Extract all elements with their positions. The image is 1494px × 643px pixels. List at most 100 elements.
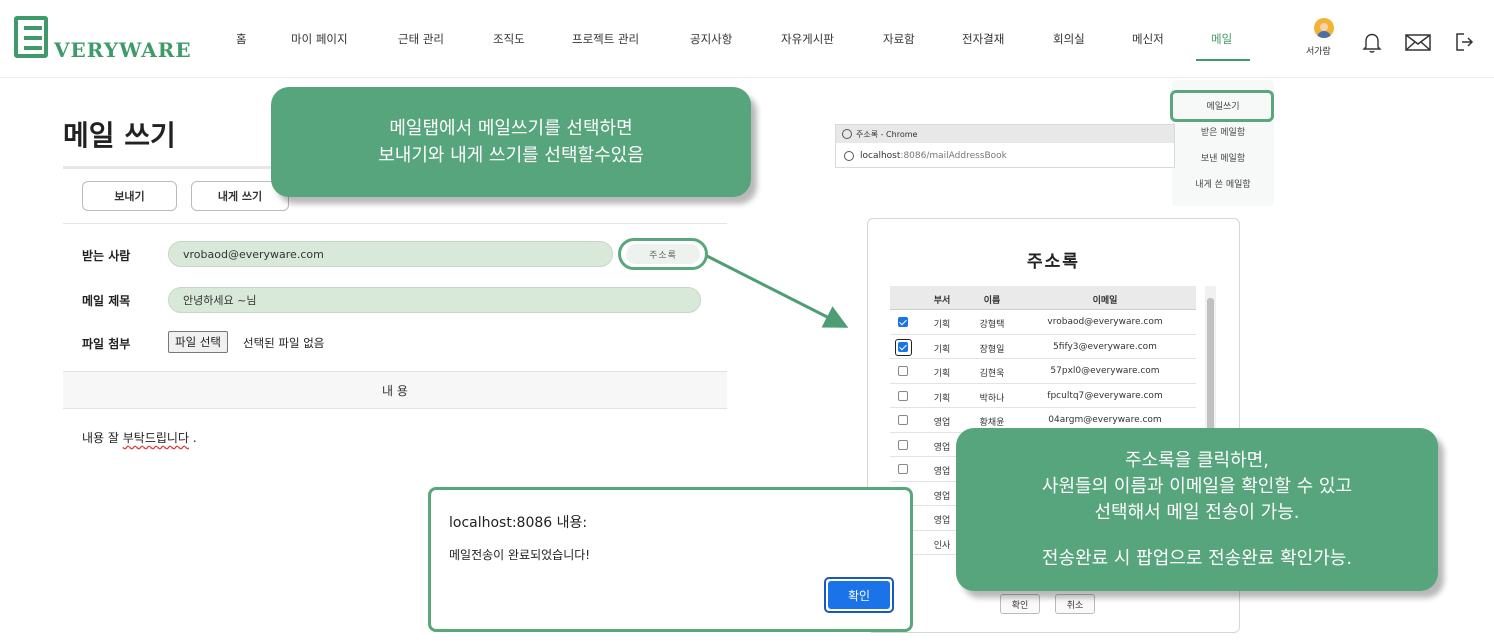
row-dept: 기획 — [933, 393, 951, 404]
mail-icon[interactable] — [1404, 30, 1432, 54]
table-row[interactable]: 기획 장형일 5fify3@everyware.com — [890, 335, 1196, 359]
nav-attendance[interactable]: 근태 관리 — [398, 31, 444, 47]
checkbox-highlight — [895, 339, 912, 356]
table-header: 부서 이름 이메일 — [890, 286, 1196, 310]
menu-self-mail[interactable]: 내게 쓴 메일함 — [1172, 177, 1274, 190]
chrome-popup-title: 주소록 - Chrome — [836, 125, 1174, 143]
row-checkbox[interactable] — [898, 415, 908, 425]
nav-mypage[interactable]: 마이 페이지 — [291, 31, 348, 47]
callout2-line1: 주소록을 클릭하면, — [1125, 449, 1269, 471]
file-status-text: 선택된 파일 없음 — [243, 336, 325, 350]
content-text-misspelled: 부탁드립니다 — [122, 431, 189, 445]
logo-text: VERYWARE — [54, 38, 192, 62]
logout-icon[interactable] — [1452, 30, 1476, 54]
table-row[interactable]: 기획 강형택 vrobaod@everyware.com — [890, 310, 1196, 335]
nav-org-chart[interactable]: 조직도 — [493, 31, 525, 47]
recipient-label: 받는 사람 — [82, 249, 131, 263]
row-dept: 인사 — [933, 540, 951, 551]
callout-compose-info: 메일탭에서 메일쓰기를 선택하면 보내기와 내게 쓰기를 선택할수있음 — [271, 87, 751, 197]
callout2-line4: 전송완료 시 팝업으로 전송완료 확인가능. — [1041, 547, 1353, 569]
row-name: 황채윤 — [979, 418, 1005, 428]
content-body[interactable]: 내용 잘 부탁드립니다 . — [82, 429, 197, 446]
page-title: 메일 쓰기 — [63, 119, 176, 152]
subject-input[interactable]: 안녕하세요 ~님 — [168, 287, 701, 313]
row-dept: 기획 — [933, 320, 951, 330]
content-text-prefix: 내용 잘 — [82, 431, 123, 445]
row-checkbox[interactable] — [898, 390, 908, 401]
url-host: localhost — [860, 151, 901, 161]
row-name: 강형택 — [979, 320, 1005, 330]
table-row[interactable]: 기획 김현욱 57pxl0@everyware.com — [890, 359, 1196, 384]
chrome-url-bar[interactable]: localhost:8086/mailAddressBook — [836, 145, 1174, 167]
callout1-line1: 메일탭에서 메일쓰기를 선택하면 — [389, 118, 633, 139]
chrome-icon — [842, 129, 852, 139]
callout1-line2: 보내기와 내게 쓰기를 선택할수있음 — [378, 145, 644, 166]
nav-archive[interactable]: 자료함 — [883, 31, 915, 47]
nav-active-underline — [1196, 59, 1250, 61]
send-button[interactable]: 보내기 — [82, 181, 177, 211]
row-checkbox[interactable] — [898, 464, 908, 474]
row-dept: 기획 — [933, 344, 951, 355]
row-dept: 영업 — [933, 516, 951, 526]
top-header: VERYWARE 홈 마이 페이지 근태 관리 조직도 프로젝트 관리 공지사항… — [0, 0, 1494, 78]
row-dept: 영업 — [933, 491, 951, 502]
row-checkbox[interactable] — [898, 366, 908, 376]
arrow-line — [706, 254, 849, 328]
row-dept: 영업 — [933, 467, 951, 477]
nav-meeting-room[interactable]: 회의실 — [1053, 31, 1085, 47]
address-book-button[interactable]: 주소록 — [618, 238, 708, 270]
callout-address-book-info: 주소록을 클릭하면, 사원들의 이름과 이메일을 확인할 수 있고 선택해서 메… — [956, 428, 1438, 591]
nav-home[interactable]: 홈 — [236, 31, 247, 47]
alert-message: 메일전송이 완료되었습니다! — [449, 548, 591, 562]
nav-messenger[interactable]: 메신저 — [1132, 31, 1164, 47]
nav-notice[interactable]: 공지사항 — [690, 31, 732, 47]
user-avatar[interactable] — [1314, 18, 1334, 38]
alert-title: localhost:8086 내용: — [449, 515, 588, 531]
row-name: 박하나 — [979, 393, 1005, 404]
alert-ok-button[interactable]: 확인 — [824, 577, 894, 613]
row-name: 김현욱 — [979, 369, 1005, 379]
content-text-suffix: . — [189, 431, 197, 445]
row-email: 04argm@everyware.com — [1048, 415, 1162, 425]
nav-mail[interactable]: 메일 — [1211, 31, 1232, 47]
nav-approval[interactable]: 전자결재 — [962, 31, 1004, 47]
subject-label: 메일 제목 — [82, 294, 131, 308]
alert-ok-label: 확인 — [828, 581, 890, 609]
attachment-label: 파일 첨부 — [82, 337, 131, 351]
callout2-line2: 사원들의 이름과 이메일을 확인할 수 있고 — [1041, 475, 1353, 497]
info-icon — [844, 151, 854, 161]
table-row[interactable]: 기획 박하나 fpcultq7@everyware.com — [890, 384, 1196, 408]
row-email: 57pxl0@everyware.com — [1050, 366, 1160, 376]
chrome-popup-title-text: 주소록 - Chrome — [856, 129, 918, 139]
row-email: 5fify3@everyware.com — [1053, 341, 1157, 352]
column-email: 이메일 — [1092, 296, 1118, 306]
row-name: 장형일 — [979, 344, 1005, 355]
row-checkbox[interactable] — [898, 317, 908, 327]
row-checkbox[interactable] — [898, 439, 908, 450]
row-dept: 영업 — [933, 442, 951, 453]
address-book-title: 주소록 — [1027, 252, 1080, 272]
row-dept: 영업 — [933, 418, 951, 428]
column-dept: 부서 — [933, 296, 951, 306]
user-name: 서가람 — [1306, 47, 1331, 57]
row-dept: 기획 — [933, 369, 951, 379]
column-name: 이름 — [983, 296, 1001, 306]
nav-free-board[interactable]: 자유게시판 — [781, 31, 834, 47]
file-select-button[interactable]: 파일 선택 — [168, 331, 228, 353]
callout2-line3: 선택해서 메일 전송이 가능. — [1094, 501, 1300, 523]
url-path: :8086/mailAddressBook — [900, 151, 1007, 161]
menu-inbox[interactable]: 받은 메일함 — [1172, 125, 1274, 138]
address-book-confirm-button[interactable]: 확인 — [1000, 594, 1040, 614]
send-complete-alert: localhost:8086 내용: 메일전송이 완료되었습니다! 확인 — [428, 487, 913, 632]
logo-e-mark — [14, 16, 48, 58]
callout2-spacer — [1042, 526, 1352, 546]
menu-sent-mail[interactable]: 보낸 메일함 — [1172, 151, 1274, 164]
nav-project[interactable]: 프로젝트 관리 — [572, 31, 639, 47]
recipient-input[interactable]: vrobaod@everyware.com — [168, 241, 613, 267]
address-book-button-label: 주소록 — [626, 244, 700, 264]
everyware-logo[interactable]: VERYWARE — [14, 16, 192, 62]
row-email: fpcultq7@everyware.com — [1047, 390, 1163, 401]
bell-icon[interactable] — [1360, 30, 1384, 54]
compose-menu-highlight — [1170, 90, 1274, 122]
address-book-cancel-button[interactable]: 취소 — [1055, 594, 1095, 614]
